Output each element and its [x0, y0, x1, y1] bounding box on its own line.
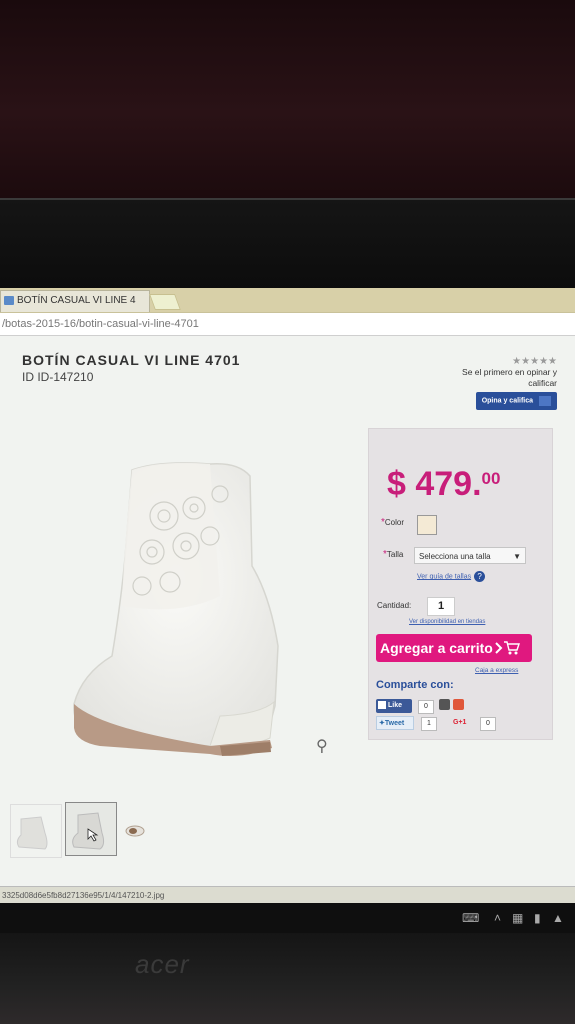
gplus-button[interactable]: G+1 [453, 716, 477, 730]
page-favicon-icon [4, 296, 14, 305]
facebook-like-button[interactable]: Like [376, 699, 412, 713]
up-arrow-icon[interactable]: ˄ [494, 911, 501, 925]
tweet-button[interactable]: ✦Tweet [376, 716, 414, 730]
battery-icon: ▮ [534, 911, 541, 925]
tab-title: BOTÍN CASUAL VI LINE 4 [17, 295, 136, 306]
chevron-down-icon: ▼ [513, 552, 521, 561]
price: $ 479.00 [387, 465, 500, 504]
add-to-cart-button[interactable]: Agregar a carrito [376, 634, 532, 662]
windows-taskbar: ⌨ ˄ ▦ ▮ ▲ [0, 903, 575, 933]
keyboard-icon[interactable]: ⌨ [462, 911, 479, 925]
pencil-icon [539, 396, 551, 406]
color-swatch[interactable] [417, 515, 437, 535]
facebook-icon [378, 701, 386, 710]
size-label: *Talla [383, 549, 404, 560]
product-id: ID ID-147210 [22, 370, 94, 384]
rate-button[interactable]: Opina y califica [475, 392, 557, 410]
product-image[interactable] [60, 446, 300, 756]
laptop-bottom-bezel: acer [0, 933, 575, 1024]
price-main: $ 479. [387, 465, 482, 503]
acer-logo: acer [135, 949, 190, 979]
color-label: *Color [381, 517, 405, 528]
help-icon: ? [474, 571, 486, 582]
size-select[interactable]: Selecciona una talla ▼ [414, 547, 526, 564]
size-guide-link[interactable]: Ver guía de tallas? [417, 571, 486, 582]
laptop-screen: BOTÍN CASUAL VI LINE 4 /botas-2015-16/bo… [0, 288, 575, 908]
store-availability-link[interactable]: Ver disponibilidad en tiendas [409, 619, 485, 625]
add-to-cart-label: Agregar a carrito [380, 640, 493, 656]
zoom-icon[interactable]: ⚲ [316, 736, 328, 756]
gplus-count: 0 [480, 717, 496, 731]
address-bar[interactable]: /botas-2015-16/botin-casual-vi-line-4701 [0, 313, 575, 336]
email-icon[interactable] [439, 699, 450, 710]
rate-button-label: Opina y califica [481, 397, 534, 405]
product-title: BOTÍN CASUAL VI LINE 4701 [22, 352, 241, 368]
laptop-top-bezel [0, 198, 575, 478]
share-title: Comparte con: [376, 679, 454, 691]
status-url: 3325d08d6e5fb8d27136e95/1/4/147210-2.jpg [2, 891, 165, 900]
quantity-label: Cantidad: [377, 601, 412, 610]
new-tab-button[interactable] [149, 294, 181, 310]
purchase-box: $ 479.00 *Color *Talla Selecciona una ta… [368, 428, 553, 740]
facebook-like-count: 0 [418, 700, 434, 714]
thumbnail-2[interactable] [65, 802, 117, 856]
background-wall [0, 0, 575, 205]
price-cents: 00 [481, 469, 501, 488]
size-select-value: Selecciona una talla [419, 552, 491, 561]
express-checkout-link[interactable]: Caja a express [475, 667, 518, 674]
network-icon[interactable]: ▲ [552, 911, 564, 925]
rating-box: ★★★★★ Se el primero en opinar y califica… [462, 356, 557, 410]
cart-icon [495, 637, 521, 665]
address-url: /botas-2015-16/botin-casual-vi-line-4701 [2, 318, 199, 330]
rating-prompt: Se el primero en opinar y calificar [462, 367, 557, 388]
plus-share-icon[interactable] [453, 699, 464, 710]
browser-tab[interactable]: BOTÍN CASUAL VI LINE 4 [0, 290, 150, 312]
quantity-input[interactable]: 1 [427, 597, 455, 616]
thumbnail-1[interactable] [10, 804, 62, 858]
product-page: BOTÍN CASUAL VI LINE 4701 ID ID-147210 ★… [0, 336, 575, 896]
rating-stars-icon: ★★★★★ [512, 356, 557, 367]
windows-icon[interactable]: ▦ [512, 911, 523, 925]
browser-tab-bar: BOTÍN CASUAL VI LINE 4 [0, 288, 575, 313]
thumbnail-3[interactable] [120, 804, 172, 858]
tweet-count: 1 [421, 717, 437, 731]
